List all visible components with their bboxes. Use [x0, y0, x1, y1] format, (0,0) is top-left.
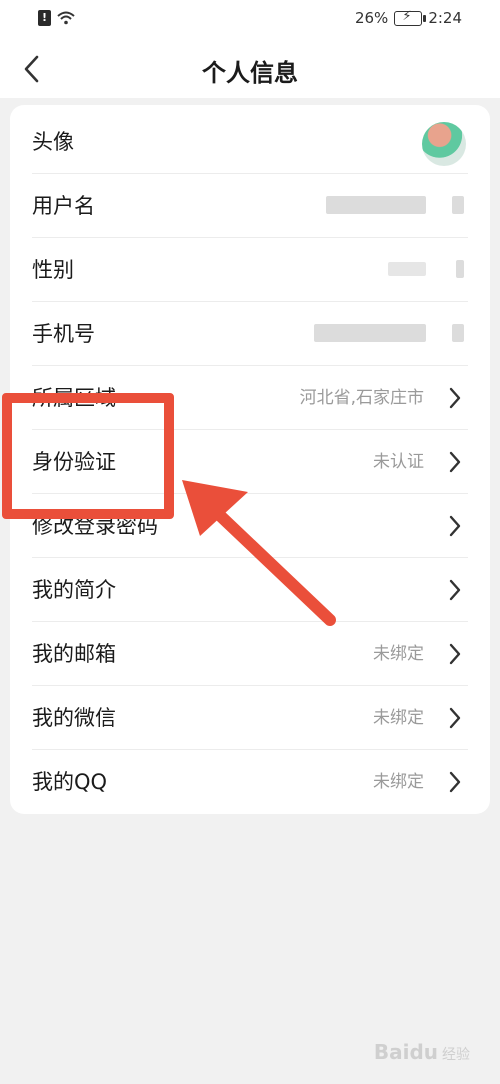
chevron-right-icon	[449, 515, 461, 537]
chevron-right-icon	[449, 707, 461, 729]
status-bar: ! 26% ⚡ 2:24	[0, 0, 500, 40]
annotation-arrow-icon	[182, 480, 336, 626]
battery-icon: ⚡	[394, 9, 427, 26]
row-label: 我的简介	[32, 578, 116, 602]
row-label: 手机号	[32, 322, 95, 346]
redacted-value	[452, 324, 464, 342]
row-wechat[interactable]: 我的微信 未绑定	[10, 686, 490, 750]
page-title: 个人信息	[202, 59, 298, 87]
avatar	[422, 122, 466, 166]
row-label: 我的微信	[32, 706, 116, 730]
row-label: 用户名	[32, 194, 95, 218]
wifi-icon	[57, 11, 75, 25]
status-left: !	[38, 10, 75, 26]
chevron-right-icon	[449, 451, 461, 473]
alert-icon: !	[38, 10, 51, 26]
watermark: Baidu 经验	[374, 1040, 470, 1064]
chevron-right-icon	[449, 579, 461, 601]
redacted-value	[452, 196, 464, 214]
watermark-sub: 经验	[442, 1047, 470, 1063]
clock: 2:24	[428, 9, 462, 27]
row-label: 我的邮箱	[32, 642, 116, 666]
row-label: 性别	[32, 258, 74, 282]
battery-percent: 26%	[354, 9, 389, 27]
status-right: 26% ⚡ 2:24	[354, 9, 462, 28]
row-value: 未绑定	[373, 772, 424, 792]
chevron-right-icon	[449, 643, 461, 665]
redacted-value	[314, 324, 426, 342]
annotation-highlight-box	[2, 393, 174, 519]
redacted-value	[388, 262, 426, 276]
chevron-right-icon	[449, 771, 461, 793]
row-username[interactable]: 用户名	[10, 174, 490, 238]
row-value: 未绑定	[373, 708, 424, 728]
row-label: 头像	[32, 130, 74, 154]
row-avatar[interactable]: 头像	[10, 110, 490, 174]
row-gender[interactable]: 性别	[10, 238, 490, 302]
row-phone[interactable]: 手机号	[10, 302, 490, 366]
row-value: 河北省,石家庄市	[299, 388, 424, 408]
watermark-text: Baidu	[373, 1040, 438, 1064]
chevron-right-icon	[449, 387, 461, 409]
row-label: 我的QQ	[32, 770, 108, 794]
redacted-value	[456, 260, 464, 278]
redacted-value	[326, 196, 426, 214]
row-value: 未绑定	[373, 644, 424, 664]
row-qq[interactable]: 我的QQ 未绑定	[10, 750, 490, 814]
app-bar: 个人信息	[0, 40, 500, 98]
row-value: 未认证	[373, 452, 424, 472]
